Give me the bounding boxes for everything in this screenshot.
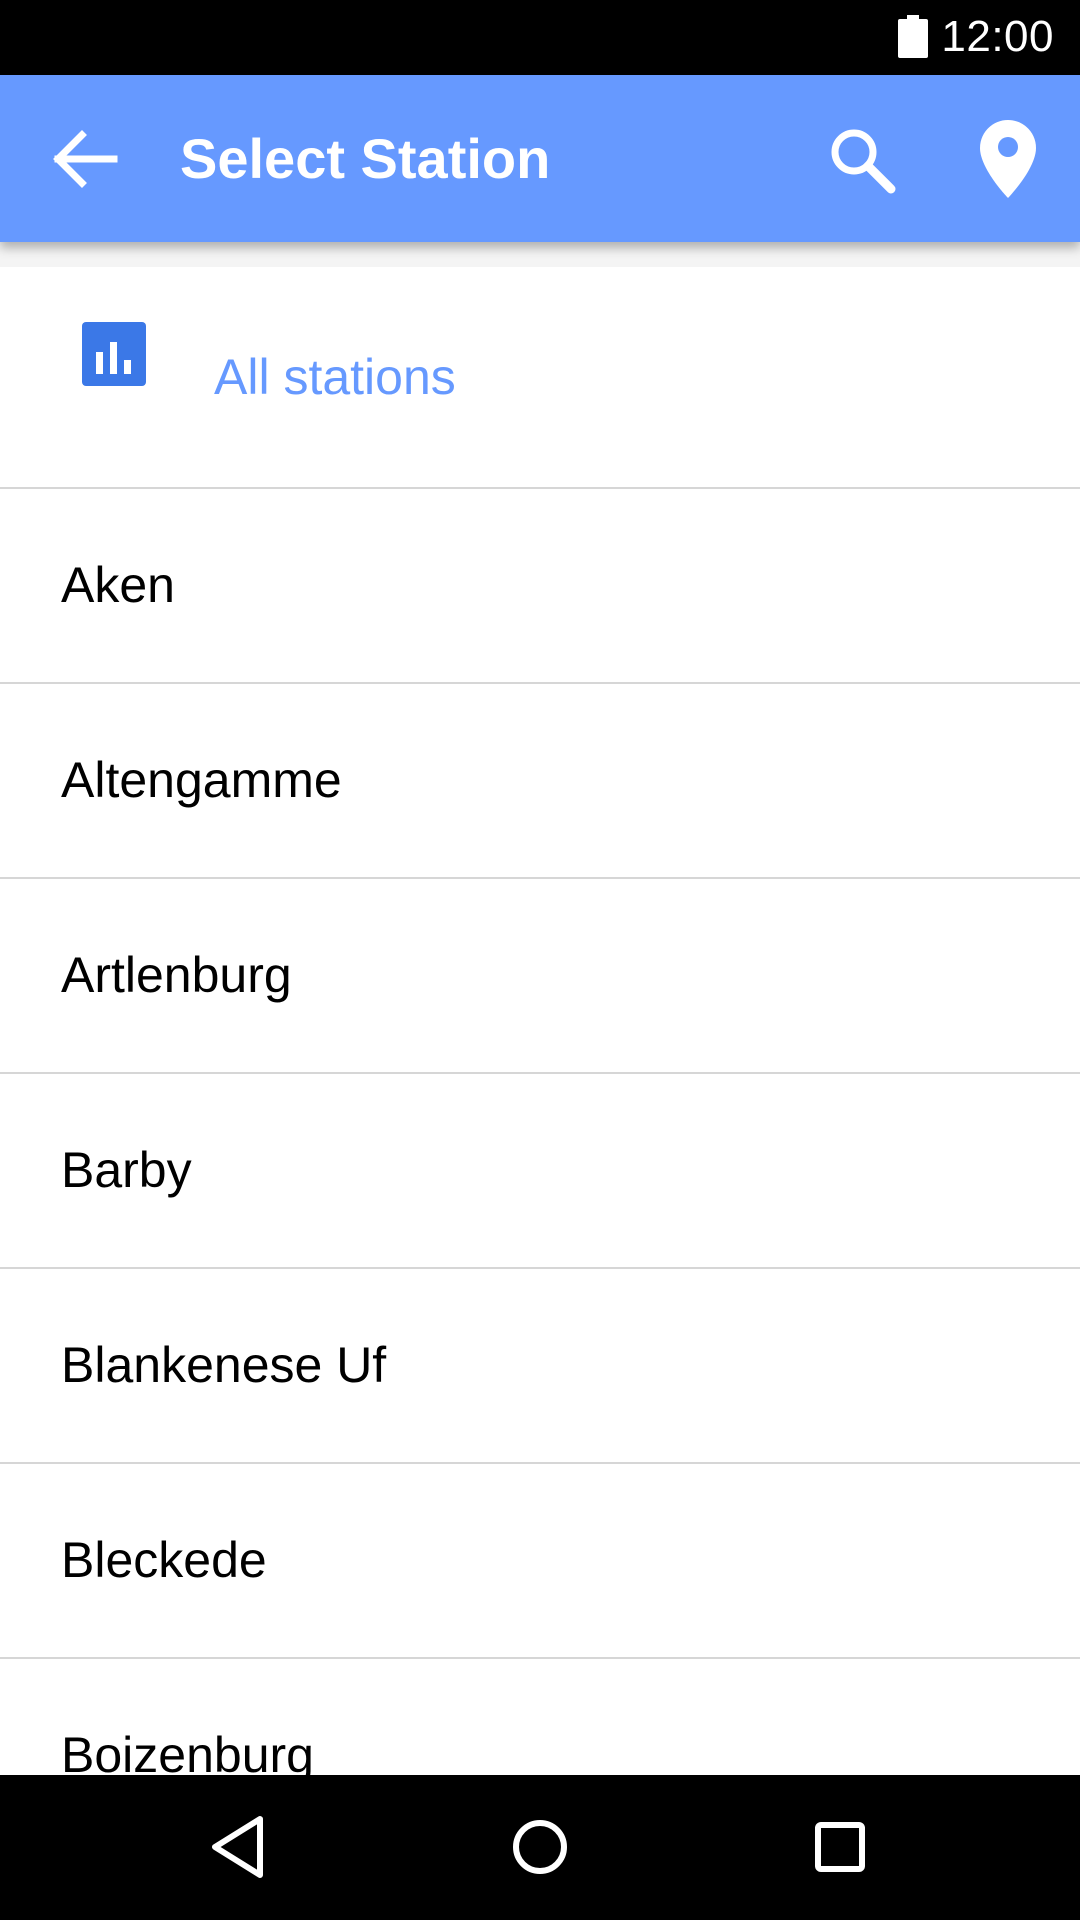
list-item[interactable]: Barby: [0, 1074, 1080, 1269]
all-stations-label: All stations: [214, 349, 456, 405]
list-item[interactable]: Altengamme: [0, 684, 1080, 879]
status-bar: 12:00: [0, 0, 1080, 75]
list-item[interactable]: Bleckede: [0, 1464, 1080, 1659]
all-stations-item[interactable]: All stations: [0, 267, 1080, 489]
nav-home-circle-icon[interactable]: [490, 1797, 590, 1897]
battery-full-icon: [898, 15, 928, 58]
list-item[interactable]: Blankenese Uf: [0, 1269, 1080, 1464]
station-label: Barby: [61, 1142, 192, 1198]
nav-back-triangle-icon[interactable]: [190, 1797, 290, 1897]
arrow-back-icon[interactable]: [50, 127, 118, 191]
station-label: Artlenburg: [61, 947, 292, 1003]
status-time: 12:00: [941, 12, 1054, 61]
location-pin-icon[interactable]: [980, 120, 1036, 198]
station-list: All stations Aken Altengamme Artlenburg …: [0, 242, 1080, 1775]
search-icon[interactable]: [827, 125, 897, 195]
list-item[interactable]: Aken: [0, 489, 1080, 684]
app-bar: Select Station: [0, 75, 1080, 242]
page-title: Select Station: [180, 127, 551, 190]
nav-recents-square-icon[interactable]: [790, 1797, 890, 1897]
list-item[interactable]: Boizenburg: [0, 1659, 1080, 1775]
station-label: Blankenese Uf: [61, 1337, 387, 1393]
station-label: Aken: [61, 557, 175, 613]
navigation-bar: [0, 1775, 1080, 1920]
station-label: Boizenburg: [61, 1727, 314, 1775]
list-item[interactable]: Artlenburg: [0, 879, 1080, 1074]
bar-chart-icon: [82, 322, 146, 386]
station-label: Altengamme: [61, 752, 342, 808]
station-label: Bleckede: [61, 1532, 267, 1588]
